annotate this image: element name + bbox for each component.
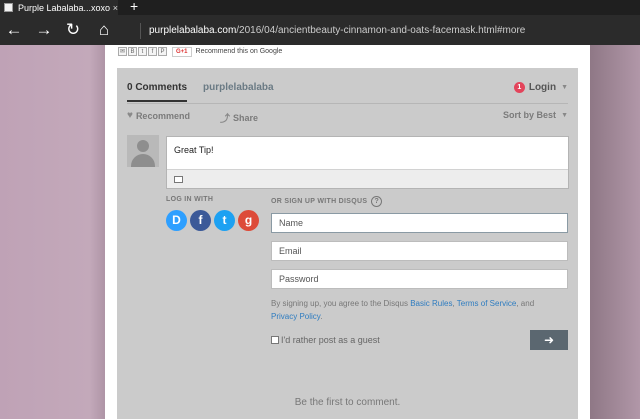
avatar bbox=[127, 135, 159, 167]
name-field[interactable] bbox=[271, 213, 568, 233]
guest-checkbox[interactable] bbox=[271, 336, 279, 344]
chevron-down-icon: ▼ bbox=[561, 84, 568, 91]
twitter-icon[interactable]: t bbox=[138, 47, 147, 56]
close-tab-icon[interactable]: × bbox=[113, 3, 118, 13]
terms-prefix: By signing up, you agree to the Disqus bbox=[271, 299, 411, 308]
signup-label-text: OR SIGN UP WITH DISQUS bbox=[271, 198, 368, 205]
login-menu[interactable]: 1 Login ▼ bbox=[513, 82, 568, 93]
email-field[interactable] bbox=[271, 241, 568, 261]
disqus-login-icon[interactable]: D bbox=[166, 210, 187, 231]
refresh-icon[interactable]: ↻ bbox=[62, 19, 84, 41]
share-bar: ✉ B t f P G+1 Recommend this on Google bbox=[118, 45, 282, 58]
navigation-bar: ← → ↻ ⌂ purplelabalaba.com/2016/04/ancie… bbox=[0, 15, 640, 45]
page-favicon-icon bbox=[4, 3, 13, 12]
signup-with-disqus-label: OR SIGN UP WITH DISQUS ? bbox=[271, 196, 383, 207]
google-plus-one-button[interactable]: G+1 bbox=[172, 46, 192, 57]
new-tab-button[interactable]: + bbox=[130, 0, 138, 14]
browser-tab[interactable]: Purple Labalaba...xoxo: × bbox=[0, 0, 118, 15]
share-icon: ⤴ bbox=[220, 114, 230, 125]
login-with-label: LOG IN WITH bbox=[166, 196, 214, 203]
tab-bar: Purple Labalaba...xoxo: × + bbox=[0, 0, 640, 15]
terms-and: , and bbox=[516, 299, 535, 308]
avatar-head bbox=[137, 140, 149, 152]
terms-period: . bbox=[320, 312, 323, 321]
url-path: /2016/04/ancientbeauty-cinnamon-and-oats… bbox=[236, 25, 526, 36]
notification-badge[interactable]: 1 bbox=[513, 82, 525, 93]
help-icon[interactable]: ? bbox=[371, 196, 383, 207]
tab-comments[interactable]: 0 Comments bbox=[127, 82, 188, 102]
guest-label: I'd rather post as a guest bbox=[281, 335, 380, 345]
share-button[interactable]: ⤴ Share bbox=[220, 110, 259, 126]
address-bar[interactable]: purplelabalaba.com/2016/04/ancientbeauty… bbox=[140, 23, 630, 39]
comment-toolbar bbox=[167, 169, 568, 188]
terms-of-service-link[interactable]: Terms of Service bbox=[457, 299, 517, 308]
heart-icon: ♥ bbox=[127, 110, 133, 121]
recommend-button[interactable]: ♥ Recommend bbox=[127, 110, 190, 121]
twitter-login-icon[interactable]: t bbox=[214, 210, 235, 231]
pinterest-icon[interactable]: P bbox=[158, 47, 167, 56]
submit-button[interactable]: ➜ bbox=[530, 330, 568, 350]
terms-text: By signing up, you agree to the Disqus B… bbox=[271, 297, 561, 323]
comment-actions: ♥ Recommend ⤴ Share Sort by Best ▼ bbox=[127, 110, 568, 126]
facebook-icon[interactable]: f bbox=[148, 47, 157, 56]
home-icon[interactable]: ⌂ bbox=[93, 19, 115, 41]
chevron-down-icon: ▼ bbox=[561, 111, 568, 119]
login-label: Login bbox=[528, 82, 557, 93]
recommend-label: Recommend bbox=[135, 110, 190, 121]
tab-community[interactable]: purplelabalaba bbox=[203, 82, 274, 93]
password-field[interactable] bbox=[271, 269, 568, 289]
guest-option[interactable]: I'd rather post as a guest bbox=[271, 335, 380, 345]
recommend-on-google-label: Recommend this on Google bbox=[195, 48, 283, 55]
sort-label: Sort by Best bbox=[503, 110, 557, 120]
avatar-body bbox=[131, 154, 155, 167]
forward-arrow-icon[interactable]: → bbox=[33, 19, 55, 41]
comment-textarea[interactable]: Great Tip! bbox=[166, 136, 569, 189]
share-label: Share bbox=[233, 112, 259, 123]
url-host: purplelabalaba.com bbox=[149, 25, 237, 36]
image-upload-icon[interactable] bbox=[174, 176, 183, 183]
blogger-icon[interactable]: B bbox=[128, 47, 137, 56]
tab-title: Purple Labalaba...xoxo: bbox=[18, 2, 110, 13]
back-arrow-icon[interactable]: ← bbox=[3, 19, 25, 41]
empty-comments-message: Be the first to comment. bbox=[294, 397, 401, 408]
facebook-login-icon[interactable]: f bbox=[190, 210, 211, 231]
email-icon[interactable]: ✉ bbox=[118, 47, 127, 56]
disqus-tabs: 0 Comments purplelabalaba 1 Login ▼ bbox=[127, 82, 568, 104]
sort-dropdown[interactable]: Sort by Best ▼ bbox=[503, 110, 568, 120]
comment-text: Great Tip! bbox=[174, 145, 214, 155]
disqus-comments-panel: 0 Comments purplelabalaba 1 Login ▼ ♥ Re… bbox=[117, 68, 578, 419]
google-login-icon[interactable]: g bbox=[238, 210, 259, 231]
privacy-policy-link[interactable]: Privacy Policy bbox=[271, 312, 320, 321]
basic-rules-link[interactable]: Basic Rules bbox=[410, 299, 452, 308]
